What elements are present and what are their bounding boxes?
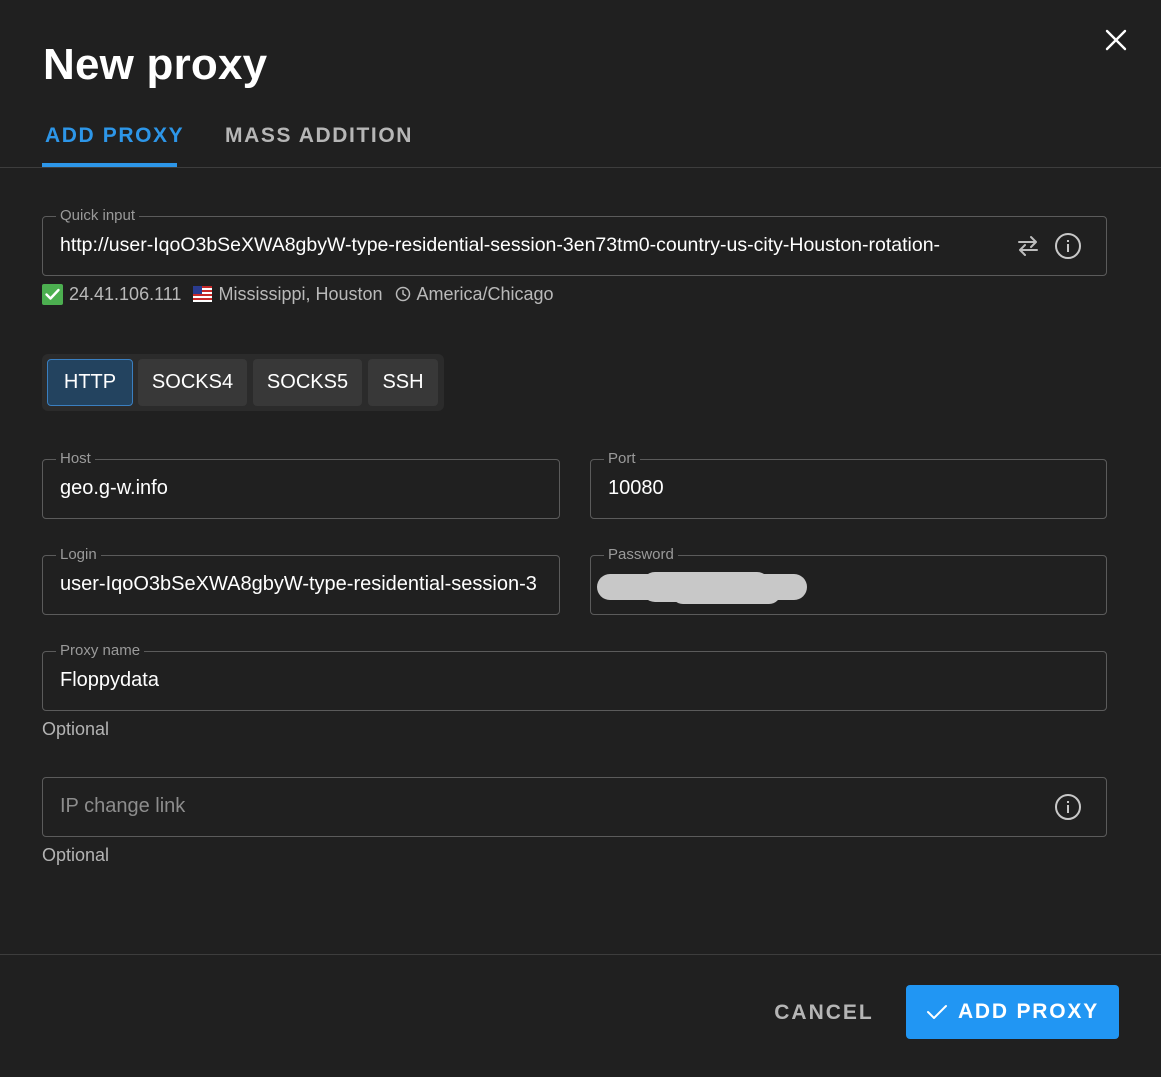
swap-button[interactable] xyxy=(1013,231,1043,261)
host-label: Host xyxy=(56,450,95,467)
protocol-ssh-button[interactable]: SSH xyxy=(368,359,438,406)
quick-input-value[interactable]: http://user-IqoO3bSeXWA8gbyW-type-reside… xyxy=(60,234,1000,257)
ip-change-link-hint: Optional xyxy=(42,845,110,865)
ip-info-row: 24.41.106.111 Mississippi, Houston Ameri… xyxy=(42,283,560,305)
check-icon xyxy=(42,283,63,305)
close-button[interactable] xyxy=(1100,24,1132,56)
password-field[interactable]: Password xyxy=(590,546,1107,615)
dialog-title: New proxy xyxy=(43,40,268,89)
tab-add-proxy[interactable]: ADD PROXY xyxy=(45,124,184,148)
info-icon xyxy=(1055,794,1081,820)
login-label: Login xyxy=(56,546,101,563)
login-value[interactable]: user-IqoO3bSeXWA8gbyW-type-residential-s… xyxy=(60,573,542,596)
footer-divider xyxy=(0,954,1161,955)
proxy-name-value[interactable]: Floppydata xyxy=(60,669,1060,692)
clock-icon xyxy=(395,286,410,302)
login-field[interactable]: Login user-IqoO3bSeXWA8gbyW-type-residen… xyxy=(42,546,560,615)
checkmark-icon xyxy=(926,1005,947,1019)
password-label: Password xyxy=(604,546,678,563)
ip-change-link-placeholder[interactable]: IP change link xyxy=(60,795,185,818)
proxy-name-field[interactable]: Proxy name Floppydata xyxy=(42,642,1107,711)
info-icon xyxy=(1055,233,1081,259)
host-value[interactable]: geo.g-w.info xyxy=(60,477,550,500)
port-value[interactable]: 10080 xyxy=(608,477,1098,500)
protocol-socks5-button[interactable]: SOCKS5 xyxy=(253,359,362,406)
port-label: Port xyxy=(604,450,640,467)
protocol-socks4-button[interactable]: SOCKS4 xyxy=(138,359,247,406)
add-proxy-label: ADD PROXY xyxy=(957,1000,1100,1023)
ip-address: 24.41.106.111 xyxy=(69,283,182,304)
us-flag-icon xyxy=(193,286,213,302)
protocol-http-button[interactable]: HTTP xyxy=(47,359,133,406)
host-field[interactable]: Host geo.g-w.info xyxy=(42,450,560,519)
quick-input-field[interactable]: Quick input http://user-IqoO3bSeXWA8gbyW… xyxy=(42,207,1107,276)
cancel-button[interactable]: CANCEL xyxy=(765,995,883,1031)
active-tab-indicator xyxy=(42,163,177,167)
quick-input-label: Quick input xyxy=(56,207,140,224)
close-icon xyxy=(1105,29,1127,51)
ip-timezone: America/Chicago xyxy=(416,283,554,304)
protocol-selector: HTTP SOCKS4 SOCKS5 SSH xyxy=(42,354,444,411)
add-proxy-button[interactable]: ADD PROXY xyxy=(906,985,1119,1039)
proxy-name-label: Proxy name xyxy=(56,642,145,659)
quick-input-info-button[interactable] xyxy=(1053,231,1083,261)
swap-arrows-icon xyxy=(1018,236,1038,256)
ip-location: Mississippi, Houston xyxy=(218,283,383,304)
proxy-name-hint: Optional xyxy=(42,719,110,739)
ip-change-link-field[interactable]: IP change link xyxy=(42,777,1107,837)
tab-bar: ADD PROXY MASS ADDITION xyxy=(0,110,1161,168)
tab-mass-addition[interactable]: MASS ADDITION xyxy=(225,124,413,148)
port-field[interactable]: Port 10080 xyxy=(590,450,1107,519)
ip-change-link-info-button[interactable] xyxy=(1053,792,1083,822)
